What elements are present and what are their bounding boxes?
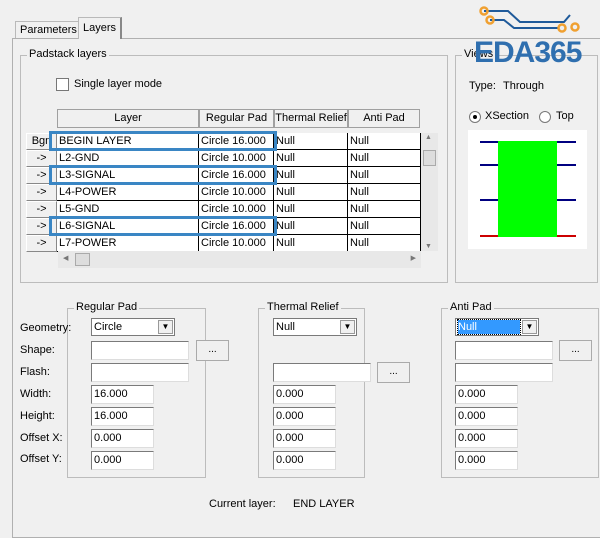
- thermal-offset-y-input[interactable]: 0.000: [273, 451, 336, 470]
- regular-geometry-value: Circle: [94, 321, 123, 333]
- single-layer-mode-checkbox[interactable]: [56, 78, 69, 91]
- cell-thermal[interactable]: Null: [274, 218, 348, 235]
- vertical-scrollbar[interactable]: ▲ ▼: [421, 133, 438, 251]
- regular-pad-title: Regular Pad: [74, 301, 140, 313]
- highlight-box: [49, 216, 277, 236]
- xsection-preview: [468, 130, 587, 249]
- thermal-geometry-value: Null: [276, 321, 295, 333]
- logo-circuit-icon: [479, 6, 580, 33]
- cell-anti[interactable]: Null: [348, 201, 421, 218]
- col-header-regular-pad[interactable]: Regular Pad: [199, 109, 274, 128]
- thermal-geometry-select[interactable]: Null ▼: [273, 318, 357, 336]
- xsection-label: XSection: [485, 110, 530, 122]
- thermal-relief-title: Thermal Relief: [265, 301, 341, 313]
- anti-height-input[interactable]: 0.000: [455, 407, 518, 426]
- anti-shape-browse-button[interactable]: ...: [559, 340, 592, 361]
- anti-pad-title: Anti Pad: [448, 301, 494, 313]
- cell-anti[interactable]: Null: [348, 133, 421, 150]
- row-select-button[interactable]: ->: [26, 235, 57, 252]
- regular-shape-input[interactable]: [91, 341, 189, 360]
- current-layer-value: END LAYER: [293, 498, 355, 510]
- shape-label: Shape:: [20, 344, 55, 356]
- regular-flash-input[interactable]: [91, 363, 189, 382]
- thermal-offset-x-input[interactable]: 0.000: [273, 429, 336, 448]
- top-radio[interactable]: [539, 111, 551, 123]
- tab-parameters[interactable]: Parameters: [15, 21, 82, 38]
- width-label: Width:: [20, 388, 52, 400]
- regular-shape-browse-button[interactable]: ...: [196, 340, 229, 361]
- regular-width-input[interactable]: 16.000: [91, 385, 154, 404]
- highlight-box: [49, 131, 277, 151]
- regular-offset-y-input[interactable]: 0.000: [91, 451, 154, 470]
- chevron-down-icon: ▼: [158, 320, 173, 334]
- regular-geometry-select[interactable]: Circle ▼: [91, 318, 175, 336]
- col-header-layer[interactable]: Layer: [57, 109, 199, 128]
- anti-offset-y-input[interactable]: 0.000: [455, 451, 518, 470]
- chevron-down-icon: ▼: [340, 320, 355, 334]
- current-layer-label: Current layer:: [209, 498, 276, 510]
- cell-thermal[interactable]: Null: [274, 235, 348, 252]
- height-label: Height:: [20, 410, 55, 422]
- flash-label: Flash:: [20, 366, 50, 378]
- anti-flash-input[interactable]: [455, 363, 553, 382]
- offset-x-label: Offset X:: [20, 432, 63, 444]
- thermal-width-input[interactable]: 0.000: [273, 385, 336, 404]
- scroll-thumb[interactable]: [423, 150, 436, 166]
- cell-thermal[interactable]: Null: [274, 150, 348, 167]
- col-header-anti-pad[interactable]: Anti Pad: [348, 109, 420, 128]
- cell-thermal[interactable]: Null: [274, 133, 348, 150]
- regular-offset-x-input[interactable]: 0.000: [91, 429, 154, 448]
- cell-layer[interactable]: L4-POWER: [57, 184, 199, 201]
- cell-anti[interactable]: Null: [348, 167, 421, 184]
- cell-anti[interactable]: Null: [348, 150, 421, 167]
- thermal-flash-browse-button[interactable]: ...: [377, 362, 410, 383]
- cell-regular[interactable]: Circle 10.000: [199, 184, 274, 201]
- cell-regular[interactable]: Circle 10.000: [199, 235, 274, 252]
- anti-offset-x-input[interactable]: 0.000: [455, 429, 518, 448]
- anti-geometry-select[interactable]: Null ▼: [455, 318, 539, 336]
- thermal-height-input[interactable]: 0.000: [273, 407, 336, 426]
- highlight-box: [49, 165, 277, 185]
- cell-layer[interactable]: L7-POWER: [57, 235, 199, 252]
- cell-thermal[interactable]: Null: [274, 167, 348, 184]
- cell-anti[interactable]: Null: [348, 235, 421, 252]
- top-label: Top: [556, 110, 574, 122]
- anti-shape-input[interactable]: [455, 341, 553, 360]
- single-layer-mode-label: Single layer mode: [74, 78, 163, 90]
- horizontal-scrollbar[interactable]: ◀ ▶: [58, 251, 421, 268]
- row-select-button[interactable]: ->: [26, 184, 57, 201]
- xsection-radio[interactable]: [469, 111, 481, 123]
- cell-anti[interactable]: Null: [348, 218, 421, 235]
- type-label: Type:: [469, 80, 496, 92]
- padstack-layers-title: Padstack layers: [27, 48, 109, 60]
- cell-anti[interactable]: Null: [348, 184, 421, 201]
- anti-width-input[interactable]: 0.000: [455, 385, 518, 404]
- geometry-label: Geometry:: [20, 322, 72, 334]
- offset-y-label: Offset Y:: [20, 453, 62, 465]
- col-header-thermal-relief[interactable]: Thermal Relief: [274, 109, 348, 128]
- tab-layers[interactable]: Layers: [78, 17, 123, 39]
- logo-text: EDA365: [474, 36, 582, 69]
- chevron-down-icon: ▼: [522, 320, 537, 334]
- regular-height-input[interactable]: 16.000: [91, 407, 154, 426]
- type-value: Through: [503, 80, 544, 92]
- hscroll-thumb[interactable]: [75, 253, 90, 266]
- cell-thermal[interactable]: Null: [274, 184, 348, 201]
- thermal-flash-input[interactable]: [273, 363, 371, 382]
- cell-thermal[interactable]: Null: [274, 201, 348, 218]
- anti-geometry-value: Null: [457, 319, 521, 335]
